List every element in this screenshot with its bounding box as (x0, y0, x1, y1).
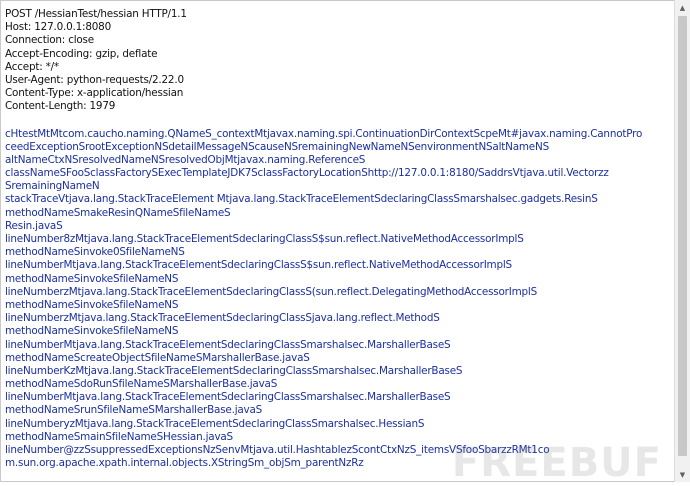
header-line: Content-Type: x-application/hessian (5, 87, 184, 100)
header-line: Accept: */* (5, 60, 59, 73)
response-text-pane[interactable]: POST /HessianTest/hessian HTTP/1.1 Host: … (0, 0, 690, 482)
scrollbar-thumb[interactable] (678, 16, 687, 456)
body-line: methodNameSinvoke0SfileNameNS (5, 246, 185, 259)
body-line: methodNameScreateObjectSfileNameSMarshal… (5, 351, 310, 364)
body-line: methodNameSdoRunSfileNameSMarshallerBase… (5, 378, 278, 391)
body-line: lineNumberyzMtjava.lang.StackTraceElemen… (5, 417, 425, 430)
http-request-view[interactable]: POST /HessianTest/hessian HTTP/1.1 Host: … (5, 8, 669, 470)
scroll-up-arrow-icon[interactable]: ▲ (675, 0, 690, 15)
body-line: lineNumberMtjava.lang.StackTraceElementS… (5, 259, 512, 272)
body-line: cHtestMtMtcom.caucho.naming.QNameS_conte… (5, 127, 643, 140)
http-body: cHtestMtMtcom.caucho.naming.QNameS_conte… (5, 128, 669, 471)
header-line: Host: 127.0.0.1:8080 (5, 21, 111, 34)
header-line: Accept-Encoding: gzip, deflate (5, 47, 158, 60)
body-line: methodNameSinvokeSfileNameNS (5, 272, 179, 285)
body-line: methodNameSinvokeSfileNameNS (5, 325, 179, 338)
body-line: methodNameSrunSfileNameSMarshallerBase.j… (5, 404, 263, 417)
body-line: stackTraceVtjava.lang.StackTraceElement … (5, 193, 598, 206)
body-line: lineNumberzMtjava.lang.StackTraceElement… (5, 312, 440, 325)
body-line: ceedExceptionSrootExceptionNSdetailMessa… (5, 140, 549, 153)
body-line: lineNumber8zMtjava.lang.StackTraceElemen… (5, 233, 524, 245)
body-line: lineNumberMtjava.lang.StackTraceElementS… (5, 391, 451, 404)
body-line: lineNumberKzMtjava.lang.StackTraceElemen… (5, 364, 463, 377)
body-line: classNameSFooSclassFactorySExecTemplateJ… (5, 167, 609, 180)
header-body-separator (5, 114, 669, 128)
body-line: SremainingNameN (5, 180, 100, 193)
header-line: POST /HessianTest/hessian HTTP/1.1 (5, 8, 187, 20)
vertical-scrollbar[interactable]: ▲ ▼ (674, 0, 690, 482)
header-line: User-Agent: python-requests/2.22.0 (5, 73, 184, 86)
body-line: methodNameSinvokeSfileNameNS (5, 298, 179, 311)
http-headers: POST /HessianTest/hessian HTTP/1.1 Host: … (5, 8, 669, 114)
body-line: methodNameSmakeResinQNameSfileNameS (5, 206, 231, 219)
body-line: lineNumberzMtjava.lang.StackTraceElement… (5, 285, 537, 298)
body-line: lineNumberMtjava.lang.StackTraceElementS… (5, 338, 451, 351)
header-line: Content-Length: 1979 (5, 100, 116, 113)
body-line: m.sun.org.apache.xpath.internal.objects.… (5, 457, 364, 470)
scroll-down-arrow-icon[interactable]: ▼ (675, 467, 690, 482)
body-line: methodNameSmainSfileNameSHessian.javaS (5, 430, 233, 443)
body-line: altNameCtxNSresolvedNameNSresolvedObjMtj… (5, 153, 366, 166)
body-line: Resin.javaS (5, 219, 63, 232)
header-line: Connection: close (5, 34, 94, 47)
body-line: lineNumber@zzSsuppressedExceptionsNzSenv… (5, 444, 550, 456)
